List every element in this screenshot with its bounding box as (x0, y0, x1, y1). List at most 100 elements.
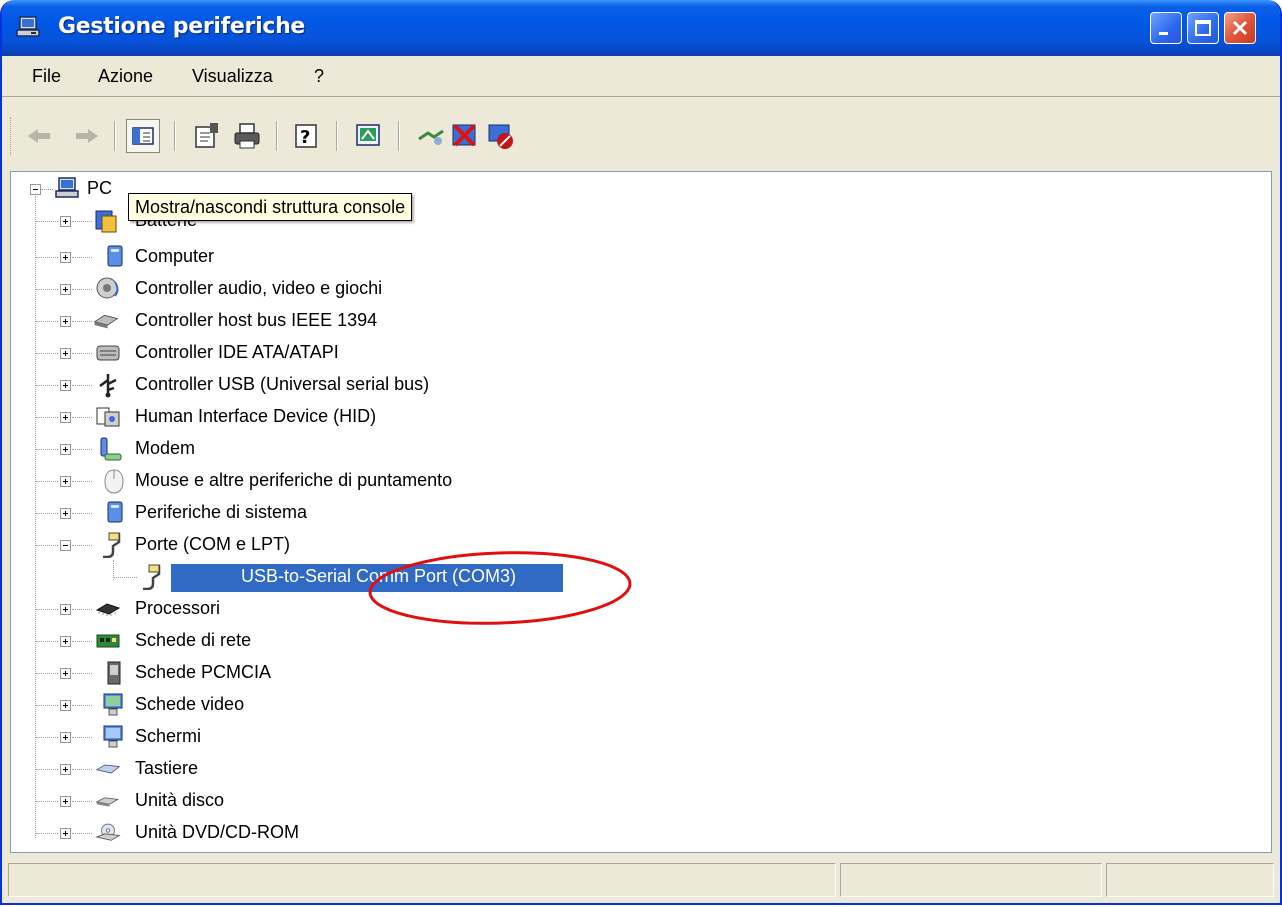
expand-toggle[interactable] (60, 476, 71, 487)
tree-item-label: Human Interface Device (HID) (135, 406, 377, 426)
menu-file[interactable]: File (32, 66, 61, 87)
tree-item-label: Schede di rete (135, 630, 252, 650)
expand-toggle[interactable] (60, 732, 71, 743)
expand-toggle[interactable] (60, 380, 71, 391)
show-hide-console-tree-icon[interactable] (126, 119, 160, 153)
ieee1394-icon (93, 314, 119, 329)
tree-item-audio[interactable]: Controller audio, video e giochi (11, 274, 1251, 304)
menu-help[interactable]: ? (314, 66, 324, 87)
pcmcia-icon (107, 661, 121, 685)
properties-icon[interactable] (192, 121, 222, 151)
tree-item-video[interactable]: Schede video (11, 690, 1251, 720)
tree-item-ieee1394[interactable]: Controller host bus IEEE 1394 (11, 306, 1251, 336)
keyboard-icon (95, 764, 121, 774)
port-icon (103, 532, 121, 558)
collapse-toggle[interactable] (60, 540, 71, 551)
expand-toggle[interactable] (60, 700, 71, 711)
tree-item-label: Processori (135, 598, 221, 618)
status-pane-main (8, 863, 836, 897)
toolbar: ? (2, 97, 1280, 171)
tree-item-usb[interactable]: Controller USB (Universal serial bus) (11, 370, 1251, 400)
network-card-icon (96, 634, 120, 648)
window-title: Gestione periferiche (58, 14, 306, 39)
expand-toggle[interactable] (60, 796, 71, 807)
computer-icon (107, 245, 123, 267)
expand-toggle[interactable] (60, 348, 71, 359)
hid-icon (96, 407, 120, 427)
tree-item-system[interactable]: Periferiche di sistema (11, 498, 1251, 528)
expand-toggle[interactable] (60, 412, 71, 423)
expand-toggle[interactable] (60, 604, 71, 615)
display-adapter-icon (103, 693, 123, 716)
tree-item-processors[interactable]: Processori (11, 594, 1251, 624)
collapse-toggle[interactable] (30, 184, 41, 195)
menu-azione[interactable]: Azione (98, 66, 153, 87)
minimize-button[interactable] (1150, 12, 1182, 44)
maximize-button[interactable] (1187, 12, 1219, 44)
expand-toggle[interactable] (60, 764, 71, 775)
expand-toggle[interactable] (60, 444, 71, 455)
toolbar-separator (398, 121, 400, 151)
svg-text:?: ? (300, 127, 310, 148)
dvd-icon (95, 823, 121, 841)
status-pane-2 (840, 863, 1102, 897)
close-button[interactable] (1224, 12, 1256, 44)
expand-toggle[interactable] (60, 216, 71, 227)
tree-root-label: PC (87, 178, 113, 198)
tree-item-dvd[interactable]: Unità DVD/CD-ROM (11, 818, 1251, 848)
expand-toggle[interactable] (60, 636, 71, 647)
update-driver-icon[interactable] (354, 121, 384, 151)
device-manager-icon (16, 15, 42, 39)
device-tree[interactable]: PC Batterie Computer Controller audio, v… (10, 171, 1272, 853)
toolbar-separator (276, 121, 278, 151)
tree-item-ports[interactable]: Porte (COM e LPT) (11, 530, 1251, 560)
expand-toggle[interactable] (60, 316, 71, 327)
status-bar (2, 857, 1280, 901)
tree-item-label: Controller host bus IEEE 1394 (135, 310, 378, 330)
processor-icon (95, 603, 121, 616)
tree-item-label: Controller IDE ATA/ATAPI (135, 342, 339, 362)
menu-visualizza[interactable]: Visualizza (192, 66, 273, 87)
disable-icon[interactable] (486, 121, 516, 151)
expand-toggle[interactable] (60, 284, 71, 295)
tree-item-pcmcia[interactable]: Schede PCMCIA (11, 658, 1251, 688)
title-bar[interactable]: Gestione periferiche (2, 0, 1280, 56)
tree-item-label: Unità disco (135, 790, 225, 810)
audio-icon (96, 277, 119, 299)
scan-hardware-icon[interactable] (416, 121, 446, 151)
toolbar-separator (174, 121, 176, 151)
tree-item-label: Schede PCMCIA (135, 662, 272, 682)
serial-port-icon (143, 564, 161, 590)
tree-item-label: Mouse e altre periferiche di puntamento (135, 470, 453, 490)
forward-arrow-icon[interactable] (72, 121, 102, 151)
tree-item-disk[interactable]: Unità disco (11, 786, 1251, 816)
battery-icon (95, 210, 117, 233)
expand-toggle[interactable] (60, 828, 71, 839)
tree-item-network[interactable]: Schede di rete (11, 626, 1251, 656)
expand-toggle[interactable] (60, 508, 71, 519)
system-device-icon (107, 501, 123, 523)
tooltip: Mostra/nascondi struttura console (128, 193, 413, 221)
tree-item-label: Tastiere (135, 758, 199, 778)
tree-item-mouse[interactable]: Mouse e altre periferiche di puntamento (11, 466, 1251, 496)
toolbar-grip (10, 117, 14, 155)
disk-drive-icon (95, 797, 119, 807)
tree-item-hid[interactable]: Human Interface Device (HID) (11, 402, 1251, 432)
help-icon[interactable]: ? (292, 121, 322, 151)
tree-item-monitors[interactable]: Schermi (11, 722, 1251, 752)
back-arrow-icon[interactable] (24, 121, 54, 151)
modem-icon (100, 437, 122, 461)
tree-item-label: Unità DVD/CD-ROM (135, 822, 300, 842)
tree-item-keyboards[interactable]: Tastiere (11, 754, 1251, 784)
tree-item-label: Controller audio, video e giochi (135, 278, 383, 298)
tree-item-computer[interactable]: Computer (11, 242, 1251, 272)
tree-item-label: Controller USB (Universal serial bus) (135, 374, 430, 394)
tree-item-ide[interactable]: Controller IDE ATA/ATAPI (11, 338, 1251, 368)
tree-item-label: Schermi (135, 726, 202, 746)
uninstall-icon[interactable] (450, 121, 480, 151)
print-icon[interactable] (232, 121, 262, 151)
tree-item-label: Porte (COM e LPT) (135, 534, 291, 554)
tree-item-modem[interactable]: Modem (11, 434, 1251, 464)
expand-toggle[interactable] (60, 668, 71, 679)
expand-toggle[interactable] (60, 252, 71, 263)
